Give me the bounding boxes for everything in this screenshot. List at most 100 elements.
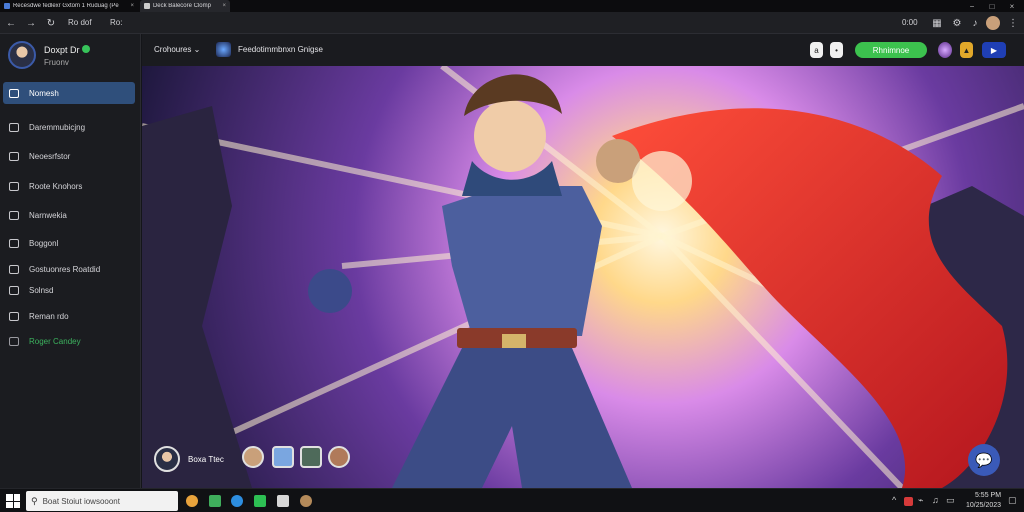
start-button[interactable] [6,494,20,508]
folder-icon [9,151,19,161]
avatar[interactable] [8,41,36,69]
tab-title: Deck Balecore Clomp [152,3,211,9]
online-status-icon [82,45,90,53]
bell-icon[interactable]: ♪ [968,16,982,30]
taskbar-clock[interactable]: 5:55 PM 10/25/2023 [966,491,1001,511]
notifications-icon[interactable]: ▢ [1008,495,1017,506]
chat-bubble-icon[interactable]: 💬 [968,444,1000,476]
sidebar-item-label: Roger Candey [29,336,81,346]
chevron-up-icon[interactable]: ^ [892,495,896,505]
sidebar-item-label: Nomesh [29,88,59,98]
grid-icon[interactable]: ▦ [930,16,944,30]
toolbar-tab-b[interactable]: Ro: [110,18,122,27]
sidebar-item-9[interactable]: Roger Candey [3,330,135,352]
video-icon[interactable]: ▶ [982,42,1006,58]
hero-artwork: Boxa Ttec 💬 [142,66,1024,488]
sidebar-item-4[interactable]: Narnwekia [3,204,135,226]
network-icon[interactable]: ⌁ [918,495,923,506]
sidebar-item-0[interactable]: Nomesh [3,82,135,104]
taskbar: ⚲ Boat Stoiut iowsooont ^ ⌁ ♫ ▭ 5:55 PM … [0,488,1024,512]
clock-time: 5:55 PM [974,492,1002,499]
profile-avatar-icon[interactable] [986,16,1000,30]
home-icon [9,88,19,98]
sidebar-item-2[interactable]: Neoesrfstor [3,145,135,167]
tab-first[interactable]: Recesdwe fedlexr Gxtom 1 Ruduag (Pe × [0,0,138,12]
friend-avatar[interactable] [328,446,350,468]
store-icon[interactable] [254,495,266,507]
minimize-icon[interactable]: − [962,0,982,12]
primary-action-button[interactable]: Rhnimnoe [855,42,927,58]
sidebar-item-label: Solnsd [29,285,54,295]
maximize-icon[interactable]: □ [982,0,1002,12]
close-window-icon[interactable]: × [1002,0,1022,12]
browser-toolbar: ← → ↻ Ro dof Ro: 0:00 ▦ ⚙ ♪ ⋮ [0,12,1024,34]
user-name: Doxpt Dr [44,45,80,55]
search-placeholder: Boat Stoiut iowsooont [42,496,120,506]
camera-icon[interactable] [277,495,289,507]
sidebar-item-label: Boggonl [29,238,59,248]
taskview-icon[interactable] [186,495,198,507]
sidebar-item-1[interactable]: Daremmubicjng [3,116,135,138]
sidebar-item-label: Neoesrfstor [29,151,71,161]
sidebar-item-label: Daremmubicjng [29,122,86,132]
friend-avatar[interactable] [300,446,322,468]
close-tab-icon[interactable]: × [222,3,226,9]
friend-avatar[interactable] [272,446,294,468]
notification-icon[interactable]: a [810,42,823,58]
caption-text: Boxa Ttec [188,455,224,464]
message-icon [9,181,19,191]
store-icon [9,285,19,295]
channel-logo-icon [216,42,231,57]
main-header: Crohoures ⌄ Feedotimmbnxn Gnigse a • Rhn… [142,34,1024,66]
reload-icon[interactable]: ↻ [44,16,58,30]
close-tab-icon[interactable]: × [130,3,134,9]
sidebar-item-label: Narnwekia [29,210,67,220]
battery-icon[interactable]: ▭ [946,495,955,506]
friend-avatar[interactable] [242,446,264,468]
tab-active[interactable]: Deck Balecore Clomp × [140,0,230,12]
search-icon: ⚲ [31,495,38,506]
users-icon [9,264,19,274]
game-app-icon[interactable] [300,495,312,507]
menu-icon[interactable]: ⋮ [1006,16,1020,30]
taskbar-search[interactable]: ⚲ Boat Stoiut iowsooont [26,491,178,511]
caption-avatar[interactable] [154,446,180,472]
clock-date: 10/25/2023 [966,502,1002,509]
channel-title: Feedotimmbnxn Gnigse [238,45,323,54]
category-dropdown[interactable]: Crohoures ⌄ [154,45,200,54]
chevron-down-icon: ⌄ [193,45,201,54]
bookmark-icon [9,238,19,248]
edit-icon [9,210,19,220]
forward-icon[interactable]: → [24,16,38,30]
toolbar-clock: 0:00 [902,18,918,27]
sidebar-item-6[interactable]: Gostuonres Roatdid [3,258,135,280]
sidebar-item-label: Reman rdo [29,311,69,321]
download-icon [9,336,19,346]
files-icon[interactable] [209,495,221,507]
gamepad-icon [9,122,19,132]
sidebar-item-7[interactable]: Solnsd [3,279,135,301]
sidebar-item-label: Roote Knohors [29,181,83,191]
sidebar-item-label: Gostuonres Roatdid [29,264,101,274]
sidebar: Doxpt Dr Fruonv Nomesh Daremmubicjng Neo… [0,34,141,488]
user-badge-icon[interactable] [938,42,952,58]
tray-alert-icon[interactable] [904,497,913,506]
tab-title: Recesdwe fedlexr Gxtom 1 Ruduag (Pe [12,3,119,9]
sidebar-item-3[interactable]: Roote Knohors [3,175,135,197]
primary-action-label: Rhnimnoe [872,45,910,55]
user-status: Fruonv [44,58,69,67]
browser-icon[interactable] [231,495,243,507]
alert-icon[interactable]: ▲ [960,42,973,58]
friends-icon[interactable]: • [830,42,843,58]
back-icon[interactable]: ← [4,16,18,30]
library-icon [9,311,19,321]
volume-icon[interactable]: ♫ [932,495,939,505]
sidebar-item-8[interactable]: Reman rdo [3,305,135,327]
site-favicon-icon [144,3,150,9]
toolbar-tab-a[interactable]: Ro dof [68,18,92,27]
browser-tab-strip: Recesdwe fedlexr Gxtom 1 Ruduag (Pe × De… [0,0,1024,12]
settings-icon[interactable]: ⚙ [950,16,964,30]
hero-illustration [142,66,1024,488]
dropdown-label: Crohoures [154,45,192,54]
sidebar-item-5[interactable]: Boggonl [3,232,135,254]
